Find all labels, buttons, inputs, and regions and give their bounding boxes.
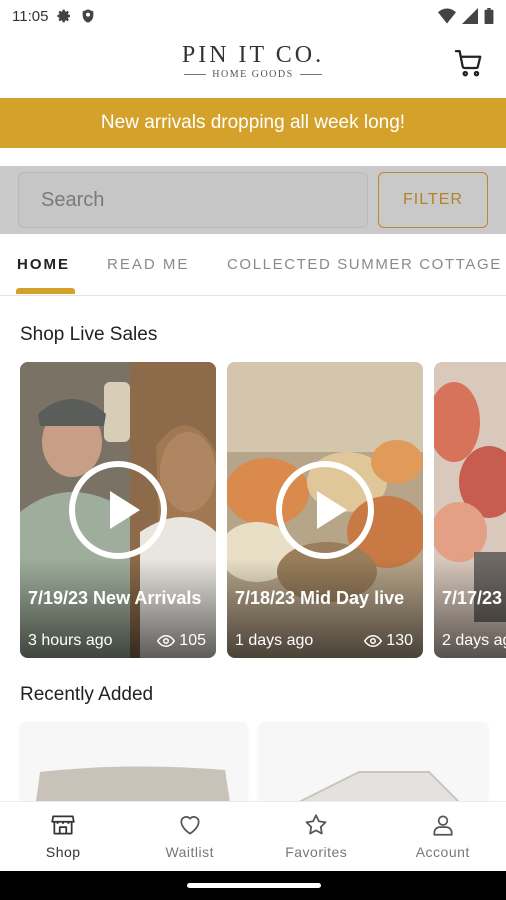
live-sale-views: 130	[364, 632, 413, 650]
eye-icon	[364, 635, 383, 647]
recently-added-heading: Recently Added	[20, 684, 154, 705]
filter-button[interactable]: FILTER	[378, 172, 488, 228]
product-image	[259, 722, 488, 802]
status-time: 11:05	[12, 7, 49, 25]
tab-home[interactable]: HOME	[17, 256, 70, 273]
tab-read-me[interactable]: READ ME	[107, 256, 189, 273]
logo-divider	[184, 74, 207, 75]
active-tab-indicator	[16, 288, 75, 294]
person-icon	[433, 815, 453, 836]
nav-account[interactable]: Account	[380, 802, 506, 871]
system-navigation-bar	[0, 871, 506, 900]
category-tabs: HOME READ ME COLLECTED SUMMER COTTAGE	[0, 234, 506, 296]
live-sale-title: 7/17/23 New Arrivals	[442, 588, 506, 608]
battery-icon	[484, 8, 494, 24]
live-sale-title: 7/18/23 Mid Day live	[235, 588, 405, 608]
gear-icon	[57, 9, 71, 23]
nav-waitlist[interactable]: Waitlist	[127, 802, 254, 871]
search-input[interactable]	[18, 172, 368, 228]
store-icon	[51, 815, 75, 835]
product-card[interactable]	[20, 722, 247, 802]
eye-icon	[157, 635, 176, 647]
nav-favorites[interactable]: Favorites	[253, 802, 380, 871]
logo-title: PIN IT CO.	[181, 42, 325, 68]
nav-shop[interactable]: Shop	[0, 802, 127, 871]
live-sale-card[interactable]: 7/19/23 New Arrivals 3 hours ago 105	[20, 362, 216, 658]
tab-collected-summer-cottage[interactable]: COLLECTED SUMMER COTTAGE	[227, 256, 502, 273]
nav-label: Waitlist	[165, 844, 215, 860]
logo-divider	[299, 74, 322, 75]
announcement-banner: New arrivals dropping all week long!	[0, 98, 506, 148]
product-card[interactable]	[259, 722, 488, 802]
nav-label: Account	[415, 844, 470, 860]
nav-label: Favorites	[285, 844, 348, 860]
heart-icon	[180, 816, 200, 835]
live-sale-time: 3 hours ago	[28, 632, 113, 649]
app-header: PIN IT CO. HOME GOODS	[0, 32, 506, 98]
logo-subtitle: HOME GOODS	[212, 69, 294, 80]
live-sales-heading: Shop Live Sales	[20, 324, 158, 345]
shield-icon	[83, 9, 94, 23]
search-bar: FILTER	[0, 166, 506, 234]
play-button[interactable]	[276, 461, 374, 559]
play-button[interactable]	[69, 461, 167, 559]
bottom-navigation: Shop Waitlist Favorites Account	[0, 801, 506, 871]
live-sale-card[interactable]: 7/17/23 New Arrivals 2 days ago	[434, 362, 506, 658]
star-icon	[305, 814, 327, 835]
home-gesture-handle[interactable]	[187, 883, 321, 888]
cart-icon	[454, 50, 482, 77]
live-sale-title: 7/19/23 New Arrivals	[28, 588, 202, 608]
product-image	[20, 722, 247, 802]
live-sale-time: 1 days ago	[235, 632, 314, 649]
view-count: 130	[386, 632, 413, 649]
signal-icon	[462, 8, 478, 24]
status-bar: 11:05	[0, 0, 506, 32]
live-sale-views: 105	[157, 632, 206, 650]
live-sale-card[interactable]: 7/18/23 Mid Day live 1 days ago 130	[227, 362, 423, 658]
logo-subtitle-row: HOME GOODS	[0, 69, 506, 80]
banner-text: New arrivals dropping all week long!	[100, 112, 406, 133]
nav-label: Shop	[45, 844, 81, 860]
live-sale-time: 2 days ago	[442, 632, 506, 649]
wifi-icon	[438, 8, 456, 24]
brand-logo[interactable]: PIN IT CO. HOME GOODS	[0, 42, 506, 80]
cart-button[interactable]	[454, 48, 486, 80]
view-count: 105	[179, 632, 206, 649]
